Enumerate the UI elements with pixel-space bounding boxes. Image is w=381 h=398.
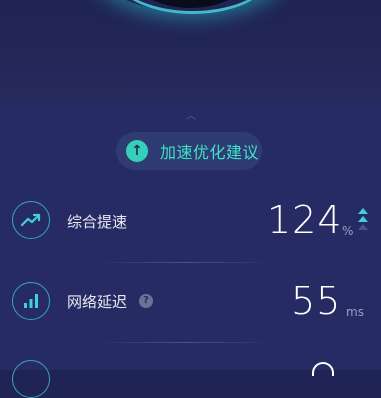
metric-value: 124 <box>267 198 343 242</box>
gauge-area <box>0 0 381 103</box>
trend-arrows-icon <box>358 208 368 230</box>
metric-row-latency: 网络延迟 ? 55 ms <box>0 270 381 330</box>
metric-unit: ms <box>346 305 364 319</box>
arrow-up-circle-icon: ↑ <box>126 140 148 162</box>
metric-value: 55 <box>291 279 342 323</box>
trend-up-icon <box>12 201 50 239</box>
metric-label: 综合提速 <box>67 213 128 231</box>
drag-handle-icon[interactable]: ︿ <box>176 112 206 122</box>
suggestion-label: 加速优化建议 <box>160 143 260 162</box>
metric-row-speedup: 综合提速 124 % <box>0 190 381 250</box>
metric-label: 网络延迟 <box>67 293 128 311</box>
metric-unit: % <box>342 224 354 238</box>
help-icon[interactable]: ? <box>139 294 153 308</box>
metric-icon-partial <box>12 360 50 398</box>
divider <box>95 262 275 263</box>
divider <box>95 342 275 343</box>
acceleration-suggestion-button[interactable]: ↑ 加速优化建议 <box>116 132 262 170</box>
signal-bars-icon <box>12 282 50 320</box>
